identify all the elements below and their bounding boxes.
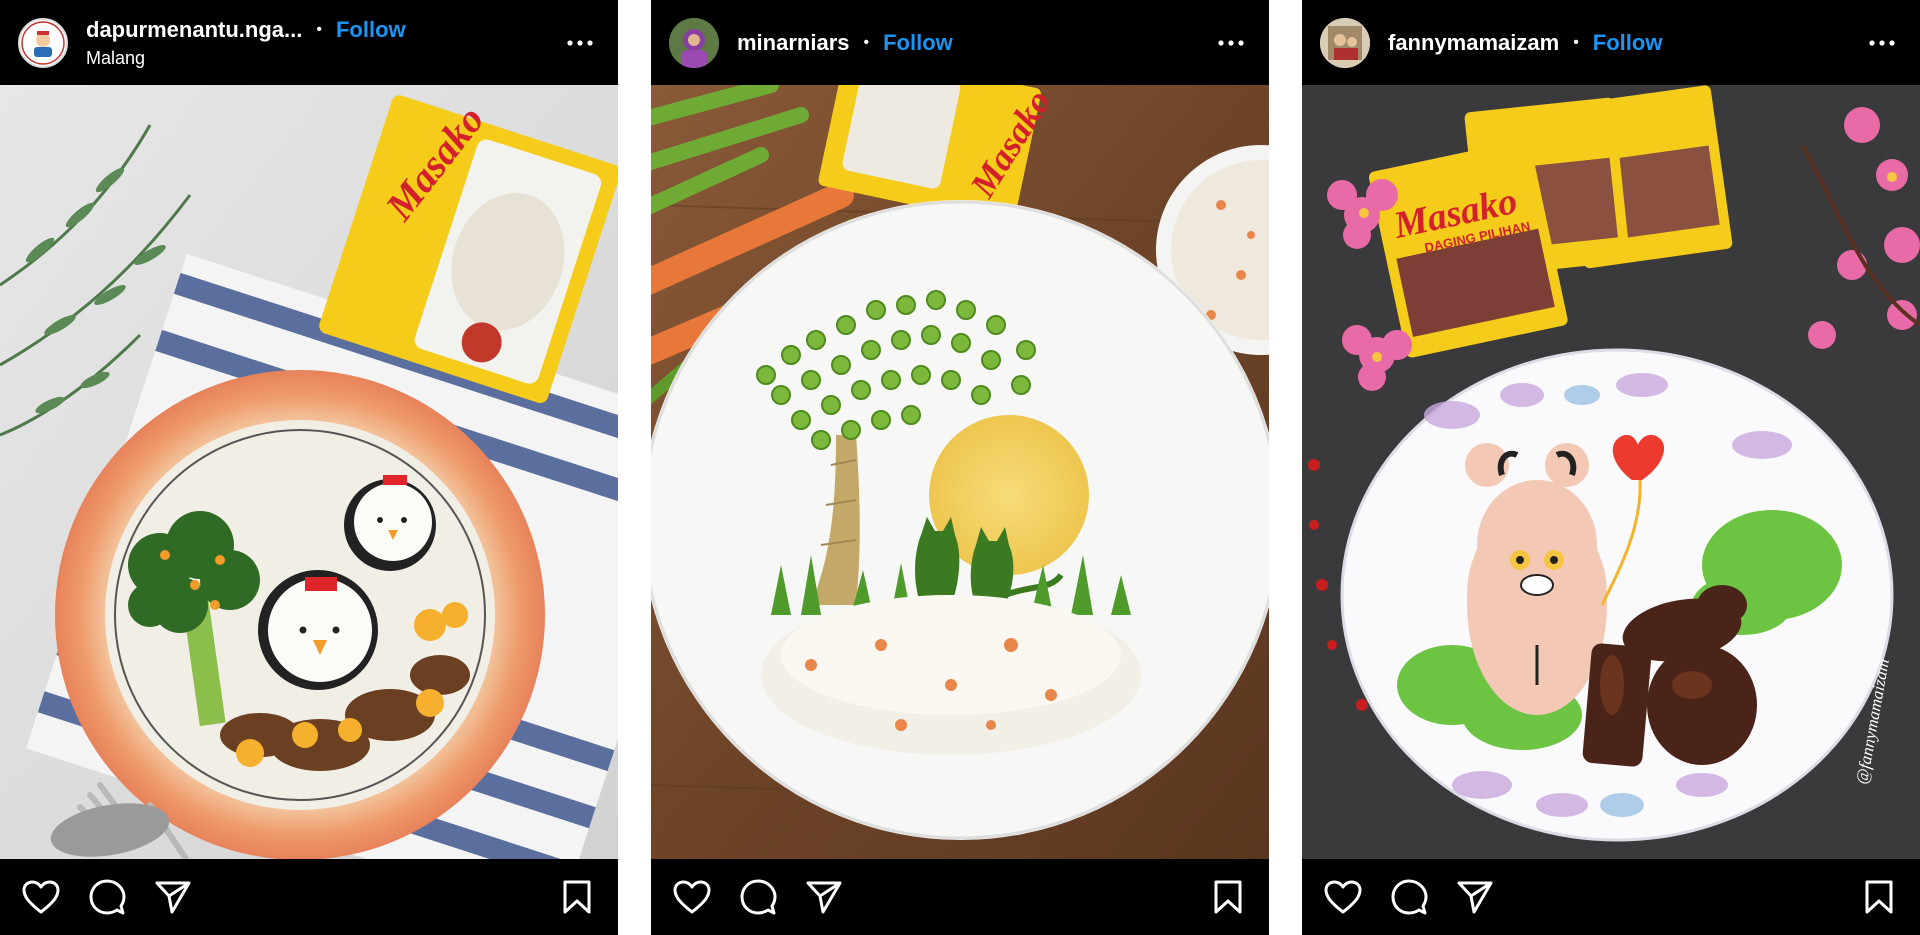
avatar[interactable] [1320, 17, 1370, 68]
comment-icon[interactable] [84, 874, 130, 920]
more-options-icon[interactable] [1862, 23, 1902, 63]
bookmark-icon[interactable] [554, 874, 600, 920]
post-card-2: minarniars • Follow Masako [651, 0, 1269, 935]
more-options-icon[interactable] [1211, 23, 1251, 63]
post-actions [1302, 859, 1920, 935]
username[interactable]: minarniars [737, 30, 850, 56]
separator-dot: • [863, 33, 870, 51]
post-meta: fannymamaizam • Follow [1388, 30, 1862, 56]
post-header: minarniars • Follow [651, 0, 1269, 85]
post-card-3: fannymamaizam • Follow Masako DAGING PIL… [1302, 0, 1920, 935]
share-icon[interactable] [1452, 874, 1498, 920]
heart-icon[interactable] [18, 874, 64, 920]
bookmark-icon[interactable] [1205, 874, 1251, 920]
username[interactable]: dapurmenantu.nga... [86, 17, 302, 43]
separator-dot: • [1573, 33, 1579, 51]
separator-dot: • [316, 20, 322, 38]
post-actions [0, 859, 618, 935]
share-icon[interactable] [801, 874, 847, 920]
comment-icon[interactable] [1386, 874, 1432, 920]
post-meta: dapurmenantu.nga... • Follow Malang [86, 17, 560, 69]
post-photo[interactable]: Masako DAGING PILIHAN @fannymamaizam [1302, 85, 1920, 859]
follow-button[interactable]: Follow [1593, 30, 1663, 56]
post-photo[interactable]: Masako [651, 85, 1269, 859]
bookmark-icon[interactable] [1856, 874, 1902, 920]
username[interactable]: fannymamaizam [1388, 30, 1559, 56]
follow-button[interactable]: Follow [883, 30, 953, 56]
post-card-1: dapurmenantu.nga... • Follow Malang Masa… [0, 0, 618, 935]
more-options-icon[interactable] [560, 23, 600, 63]
share-icon[interactable] [150, 874, 196, 920]
comment-icon[interactable] [735, 874, 781, 920]
post-header: dapurmenantu.nga... • Follow Malang [0, 0, 618, 85]
post-meta: minarniars • Follow [737, 30, 1211, 56]
post-actions [651, 859, 1269, 935]
post-header: fannymamaizam • Follow [1302, 0, 1920, 85]
heart-icon[interactable] [669, 874, 715, 920]
avatar[interactable] [18, 17, 68, 68]
post-photo[interactable]: Masako [0, 85, 618, 859]
follow-button[interactable]: Follow [336, 17, 406, 43]
location-label[interactable]: Malang [86, 48, 560, 69]
avatar[interactable] [669, 17, 719, 68]
heart-icon[interactable] [1320, 874, 1366, 920]
